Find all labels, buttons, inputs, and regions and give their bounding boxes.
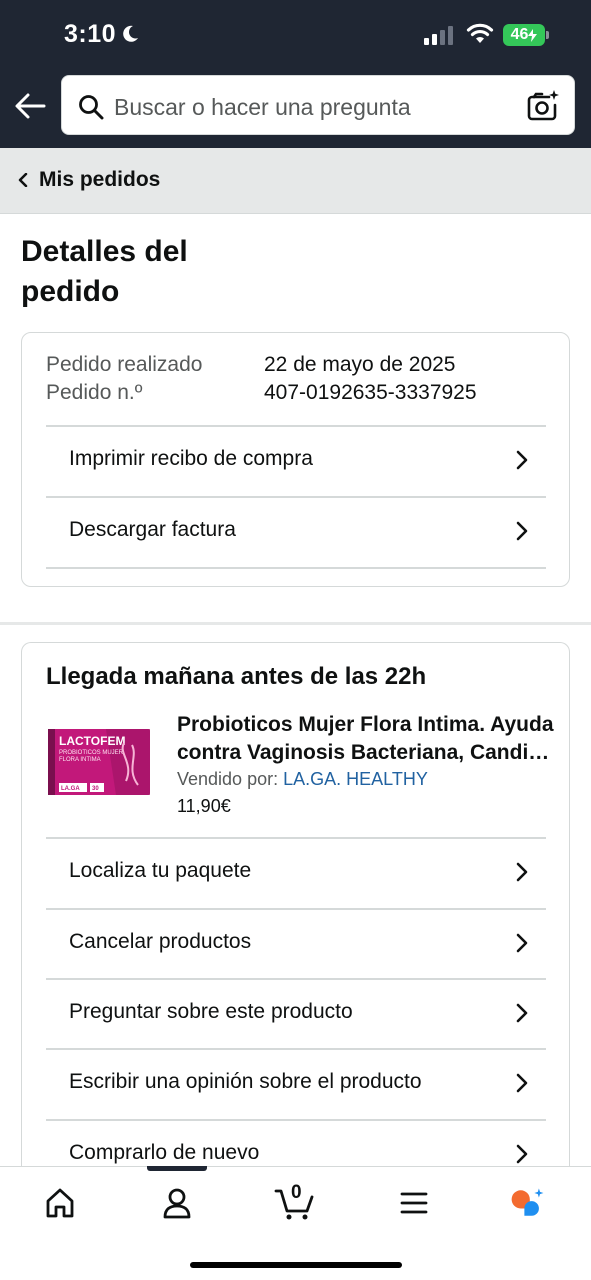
battery-cap [546, 31, 549, 39]
back-arrow-icon[interactable] [14, 88, 46, 124]
product-image-sub1: PROBIOTICOS MUJER [59, 750, 124, 756]
camera-lens-icon[interactable] [526, 89, 560, 123]
product-image-brand: LACTOFEM [59, 734, 125, 748]
product-title-line2[interactable]: contra Vaginosis Bacteriana, Candi… [177, 739, 557, 767]
search-bar[interactable]: Buscar o hacer una pregunta [61, 75, 575, 135]
divider [46, 567, 546, 569]
chevron-right-icon [516, 1003, 528, 1023]
breadcrumb-my-orders[interactable]: Mis pedidos [39, 168, 160, 192]
cellular-signal-icon [424, 25, 453, 45]
moon-icon [123, 25, 138, 42]
chevron-right-icon [516, 1144, 528, 1164]
chevron-right-icon [516, 1073, 528, 1093]
chevron-right-icon [516, 862, 528, 882]
track-package-label: Localiza tu paquete [69, 859, 252, 882]
page-title: Detalles del pedido [21, 235, 188, 308]
write-review-link[interactable]: Escribir una opinión sobre el producto [46, 1049, 546, 1119]
battery-level: 46 [510, 26, 529, 43]
menu-icon[interactable] [394, 1185, 434, 1221]
order-info-card: Pedido realizado 22 de mayo de 2025 Pedi… [21, 332, 570, 587]
order-number-value: 407-0192635-3337925 [264, 381, 477, 404]
home-icon[interactable] [40, 1185, 80, 1221]
product-image-sub2: FLORA INTIMA [59, 757, 101, 763]
order-date-value: 22 de mayo de 2025 [264, 353, 456, 376]
app-header: 3:10 46 Buscar o hacer una pregunta [0, 0, 591, 148]
ask-product-question-label: Preguntar sobre este producto [69, 1000, 353, 1023]
shipment-card: Llegada mañana antes de las 22h LACTOFEM… [21, 642, 570, 1202]
product-title-line1[interactable]: Probioticos Mujer Flora Intima. Ayuda [177, 713, 554, 736]
battery-indicator: 46 [503, 24, 545, 46]
product-price: 11,90€ [177, 796, 231, 816]
product-title[interactable]: Probioticos Mujer Flora Intima. Ayuda co… [177, 711, 557, 767]
seller-info: Vendido por: LA.GA. HEALTHY [177, 769, 428, 790]
chevron-right-icon [516, 933, 528, 953]
active-tab-indicator [147, 1166, 207, 1171]
status-time: 3:10 [64, 20, 117, 48]
cart-count: 0 [291, 1182, 302, 1203]
arrival-heading: Llegada mañana antes de las 22h [46, 663, 427, 690]
chevron-right-icon [516, 450, 528, 470]
download-invoice-label: Descargar factura [69, 518, 236, 541]
order-date-label: Pedido realizado [46, 353, 203, 376]
seller-link[interactable]: LA.GA. HEALTHY [283, 769, 428, 789]
buy-again-label: Comprarlo de nuevo [69, 1141, 260, 1164]
chevron-left-icon [18, 173, 28, 187]
ask-product-question-link[interactable]: Preguntar sobre este producto [46, 979, 546, 1049]
cart-button[interactable]: 0 [274, 1182, 318, 1221]
track-package-link[interactable]: Localiza tu paquete [46, 838, 546, 908]
breadcrumb[interactable]: Mis pedidos [0, 148, 591, 214]
product-image-badge: LA.GA [61, 786, 80, 792]
cancel-items-link[interactable]: Cancelar productos [46, 909, 546, 979]
search-placeholder[interactable]: Buscar o hacer una pregunta [114, 94, 411, 121]
charging-bolt-icon [528, 28, 538, 42]
rufus-assistant-icon[interactable] [508, 1185, 548, 1221]
download-invoice-link[interactable]: Descargar factura [46, 497, 546, 567]
print-receipt-label: Imprimir recibo de compra [69, 447, 313, 470]
search-icon [79, 95, 104, 120]
home-indicator [190, 1262, 402, 1268]
product-image[interactable]: LACTOFEM PROBIOTICOS MUJER FLORA INTIMA … [46, 723, 152, 799]
cancel-items-label: Cancelar productos [69, 930, 252, 953]
write-review-label: Escribir una opinión sobre el producto [69, 1070, 422, 1093]
section-divider [0, 622, 591, 625]
account-icon[interactable] [157, 1185, 197, 1221]
wifi-icon [466, 23, 494, 43]
product-image-count: 30 [92, 786, 99, 792]
order-number-label: Pedido n.º [46, 381, 143, 404]
chevron-right-icon [516, 521, 528, 541]
seller-prefix: Vendido por: [177, 769, 279, 789]
print-receipt-link[interactable]: Imprimir recibo de compra [46, 426, 546, 496]
